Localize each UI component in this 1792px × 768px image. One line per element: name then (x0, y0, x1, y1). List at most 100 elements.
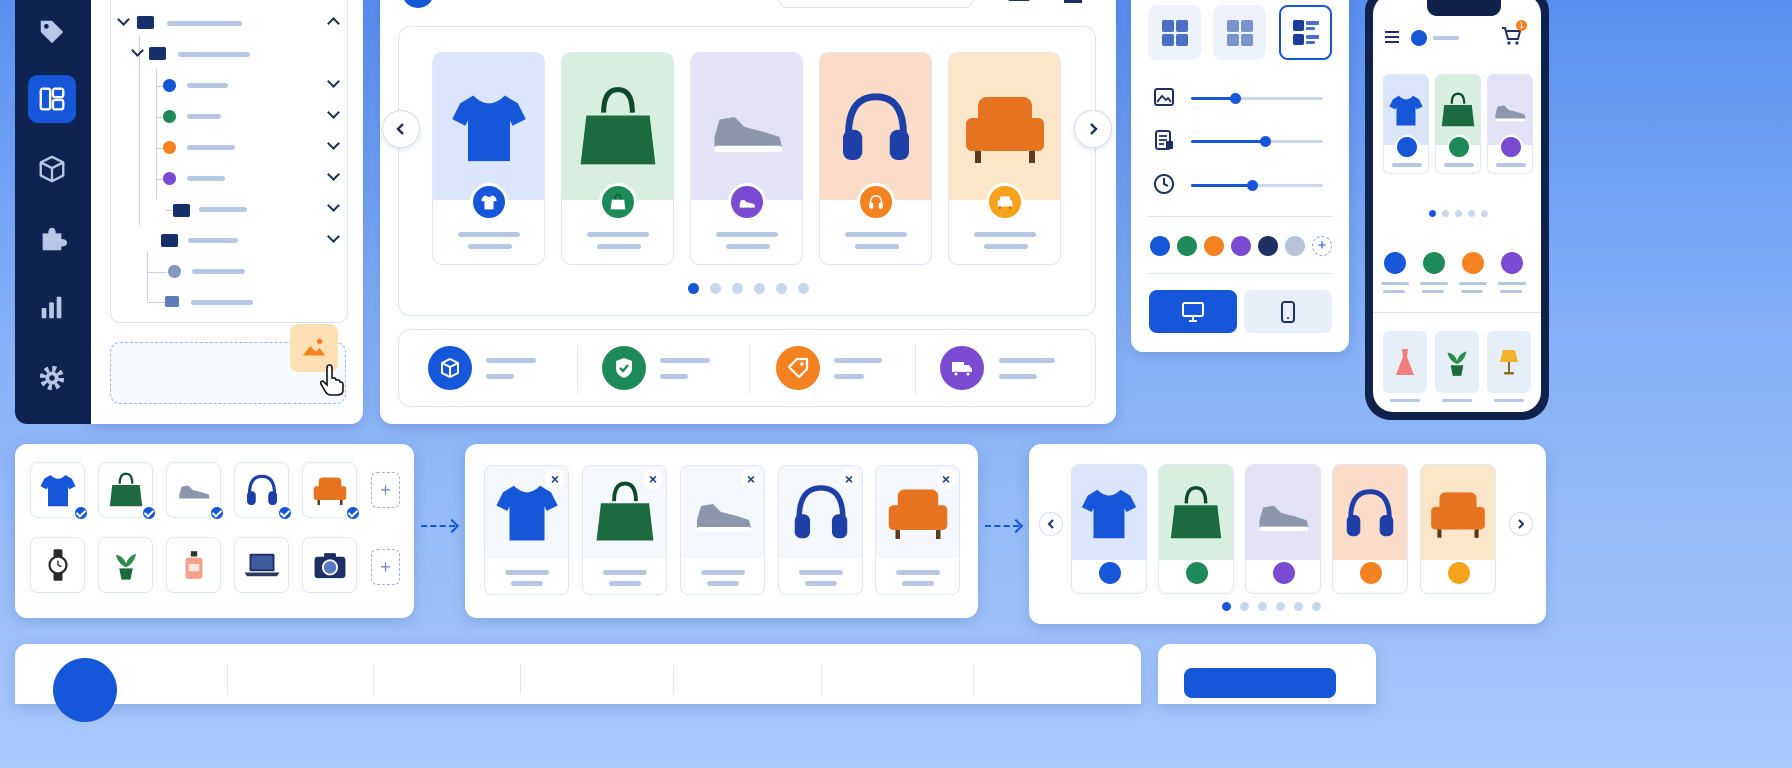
color-swatch-grey[interactable] (1285, 236, 1305, 256)
carousel-next-button[interactable] (1509, 512, 1533, 536)
remove-icon[interactable]: × (839, 469, 859, 489)
slider-knob[interactable] (1246, 180, 1258, 191)
carousel-next-button[interactable] (1074, 110, 1112, 148)
avatar[interactable] (402, 0, 434, 8)
color-swatch-purple[interactable] (1231, 236, 1251, 256)
chevron-down-icon[interactable] (131, 44, 144, 57)
pagination-dot[interactable] (754, 283, 765, 294)
chevron-down-icon[interactable] (327, 168, 340, 181)
pagination-dot[interactable] (1222, 602, 1231, 611)
color-swatch-blue[interactable] (1150, 236, 1170, 256)
pagination-dot[interactable] (688, 283, 699, 294)
chevron-down-icon[interactable] (327, 230, 340, 243)
select-tile-perfume[interactable] (166, 537, 221, 593)
select-tile-sneaker[interactable] (166, 462, 225, 521)
cart-icon[interactable] (1064, 0, 1082, 3)
list-layout-button[interactable] (1279, 5, 1332, 60)
gear-icon[interactable] (28, 354, 76, 402)
chevron-down-icon[interactable] (327, 137, 340, 150)
preview-item-handbag[interactable] (1158, 464, 1234, 594)
phone-product-card[interactable] (1383, 74, 1429, 174)
phone-product-card[interactable] (1487, 74, 1533, 174)
chevron-down-icon[interactable] (327, 199, 340, 212)
layout-icon[interactable] (28, 75, 76, 123)
slider[interactable] (1191, 93, 1323, 104)
desktop-view-button[interactable] (1149, 290, 1237, 333)
grid-layout-button[interactable] (1148, 5, 1201, 60)
menu-icon[interactable] (1008, 0, 1030, 1)
puzzle-icon[interactable] (28, 215, 76, 263)
tree-item-purple[interactable] (163, 172, 176, 185)
remove-icon[interactable]: × (545, 469, 565, 489)
pagination-dot[interactable] (1312, 602, 1321, 611)
pagination-dot[interactable] (1294, 602, 1303, 611)
product-card[interactable] (432, 52, 545, 265)
chevron-down-icon[interactable] (117, 13, 130, 26)
add-item-button[interactable]: + (371, 472, 400, 508)
remove-icon[interactable]: × (936, 469, 956, 489)
selected-item-armchair[interactable]: × (875, 465, 960, 595)
color-swatch-navy[interactable] (1258, 236, 1278, 256)
pagination-dot[interactable] (776, 283, 787, 294)
preview-item-armchair[interactable] (1420, 464, 1496, 594)
product-card[interactable] (948, 52, 1061, 265)
pagination-dot[interactable] (1240, 602, 1249, 611)
select-tile-t-shirt[interactable] (30, 462, 89, 521)
preview-item-t-shirt[interactable] (1071, 464, 1147, 594)
remove-icon[interactable]: × (643, 469, 663, 489)
pagination-dot[interactable] (710, 283, 721, 294)
primary-button[interactable] (1184, 668, 1336, 698)
chevron-down-icon[interactable] (327, 75, 340, 88)
menu-icon[interactable] (1385, 31, 1399, 33)
cube-icon[interactable] (28, 145, 76, 193)
slider-knob[interactable] (1229, 93, 1241, 104)
selected-item-t-shirt[interactable]: × (484, 465, 569, 595)
slider-knob[interactable] (1259, 136, 1271, 147)
carousel-prev-button[interactable] (382, 110, 420, 148)
pagination-dot[interactable] (798, 283, 809, 294)
selected-item-headphones[interactable]: × (778, 465, 863, 595)
color-swatch-green[interactable] (1177, 236, 1197, 256)
chevron-up-icon[interactable] (327, 17, 340, 30)
slider[interactable] (1191, 180, 1323, 191)
tree-item-grey[interactable] (168, 265, 181, 278)
remove-icon[interactable]: × (741, 469, 761, 489)
phone-product-dress[interactable] (1383, 331, 1427, 393)
select-tile-headphones[interactable] (234, 462, 293, 521)
preview-item-headphones[interactable] (1332, 464, 1408, 594)
tree-item-green[interactable] (163, 110, 176, 123)
phone-product-card[interactable] (1435, 74, 1481, 174)
select-tile-plant[interactable] (98, 537, 153, 593)
mobile-view-button[interactable] (1244, 290, 1332, 333)
pagination-dot[interactable] (1481, 210, 1488, 217)
chevron-down-icon[interactable] (327, 106, 340, 119)
pagination-dot[interactable] (1276, 602, 1285, 611)
select-tile-handbag[interactable] (98, 462, 157, 521)
select-tile-laptop[interactable] (234, 537, 289, 593)
selected-item-sneaker[interactable]: × (680, 465, 765, 595)
add-color-button[interactable]: + (1312, 236, 1332, 256)
color-swatch-orange[interactable] (1204, 236, 1224, 256)
pagination-dot[interactable] (1442, 210, 1449, 217)
search-input[interactable] (778, 0, 974, 8)
preview-item-sneaker[interactable] (1245, 464, 1321, 594)
pagination-dot[interactable] (1468, 210, 1475, 217)
product-card[interactable] (561, 52, 674, 265)
pagination-dot[interactable] (1455, 210, 1462, 217)
tree-item-orange[interactable] (163, 141, 176, 154)
select-tile-armchair[interactable] (302, 462, 361, 521)
compact-grid-button[interactable] (1213, 5, 1266, 60)
tree-item-blue[interactable] (163, 79, 176, 92)
add-item-button[interactable]: + (371, 549, 400, 585)
pagination-dot[interactable] (1429, 210, 1436, 217)
bar-chart-icon[interactable] (28, 283, 76, 331)
slider[interactable] (1191, 136, 1323, 147)
phone-product-lamp[interactable] (1487, 331, 1531, 393)
tag-icon[interactable] (28, 8, 76, 56)
select-tile-camera[interactable] (302, 537, 357, 593)
pagination-dot[interactable] (1258, 602, 1267, 611)
pagination-dot[interactable] (732, 283, 743, 294)
phone-product-plant[interactable] (1435, 331, 1479, 393)
product-card[interactable] (690, 52, 803, 265)
selected-item-handbag[interactable]: × (582, 465, 667, 595)
